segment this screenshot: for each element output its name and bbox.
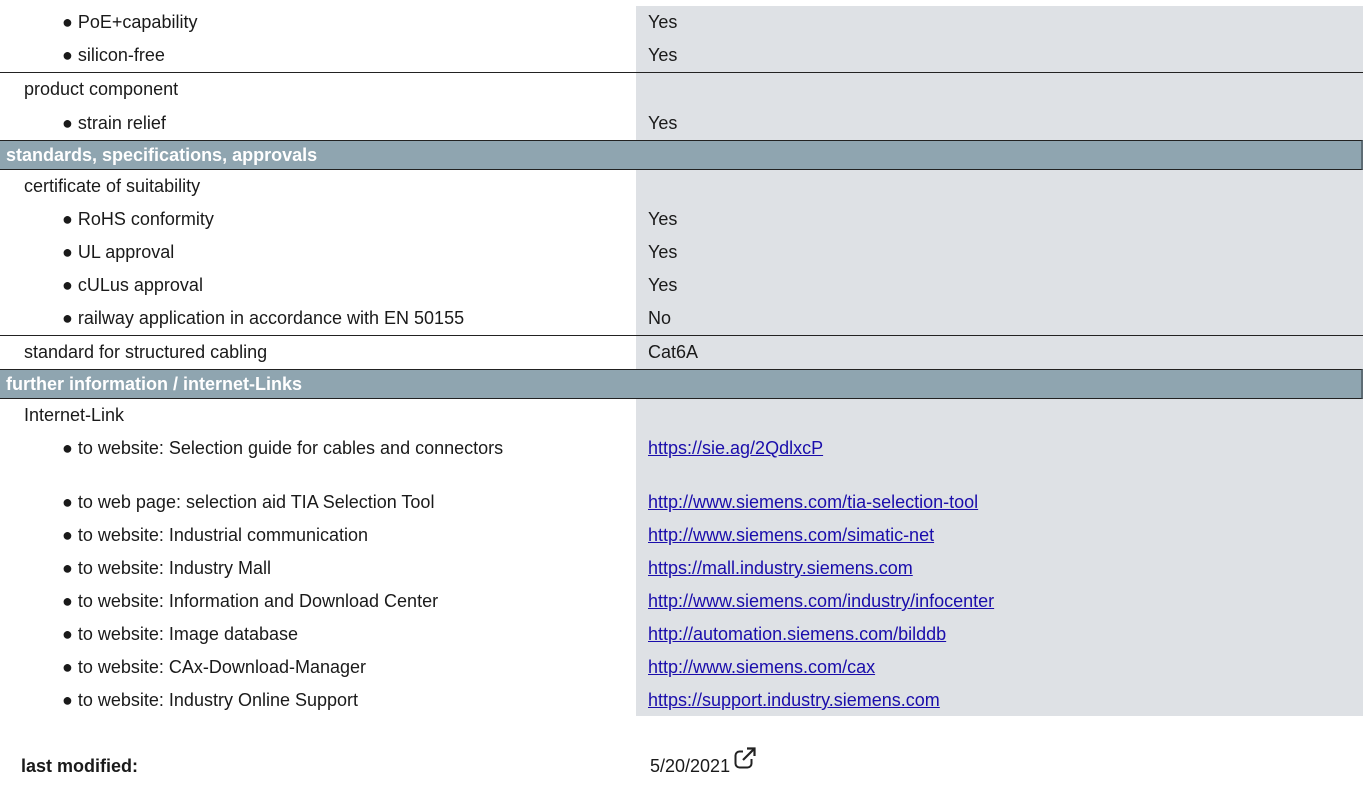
link-industry-mall[interactable]: https://mall.industry.siemens.com (648, 558, 913, 578)
table-row: standard for structured cabling Cat6A (0, 335, 1363, 369)
row-label: certificate of suitability (24, 176, 201, 196)
table-row: product component (0, 72, 1363, 106)
row-value: Yes (636, 39, 1363, 72)
row-value: http://automation.siemens.com/bilddb (636, 618, 1363, 651)
row-label: ● UL approval (62, 242, 175, 262)
row-label: ● to website: Industry Online Support (62, 690, 359, 710)
table-row: ● to website: Image database http://auto… (0, 618, 1363, 651)
table-row: ● to website: CAx-Download-Manager http:… (0, 651, 1363, 684)
table-row: ● silicon-free Yes (0, 39, 1363, 72)
link-selection-guide[interactable]: https://sie.ag/2QdlxcP (648, 438, 823, 458)
table-row: ● UL approval Yes (0, 236, 1363, 269)
footer: last modified: 5/20/2021 (0, 746, 1363, 786)
row-value: Yes (636, 106, 1363, 140)
row-label: Internet-Link (24, 405, 125, 425)
link-infocenter[interactable]: http://www.siemens.com/industry/infocent… (648, 591, 994, 611)
row-label: ● cULus approval (62, 275, 203, 295)
link-image-database[interactable]: http://automation.siemens.com/bilddb (648, 624, 946, 644)
link-tia-selection-tool[interactable]: http://www.siemens.com/tia-selection-too… (648, 492, 978, 512)
row-value: https://sie.ag/2QdlxcP (636, 432, 1363, 486)
table-row: ● to website: Industrial communication h… (0, 519, 1363, 552)
row-value: No (636, 302, 1363, 335)
row-label: ● to website: Selection guide for cables… (62, 438, 504, 458)
table-row: Internet-Link (0, 399, 1363, 432)
row-label: ● to website: Image database (62, 624, 299, 644)
row-label: standard for structured cabling (24, 342, 268, 362)
row-value: Yes (636, 269, 1363, 302)
row-label: ● to website: Information and Download C… (62, 591, 439, 611)
row-label: ● strain relief (62, 113, 166, 133)
last-modified-label: last modified: (21, 756, 139, 776)
link-online-support[interactable]: https://support.industry.siemens.com (648, 690, 940, 710)
table-row: ● to website: Selection guide for cables… (0, 432, 1363, 486)
row-value (636, 399, 1363, 432)
table-row: ● to website: Industry Online Support ht… (0, 684, 1363, 716)
table-row: ● RoHS conformity Yes (0, 203, 1363, 236)
row-label: ● to website: CAx-Download-Manager (62, 657, 367, 677)
row-value: Cat6A (636, 336, 1363, 369)
table-row: ● to web page: selection aid TIA Selecti… (0, 486, 1363, 519)
row-label: ● railway application in accordance with… (62, 308, 465, 328)
external-link-icon[interactable] (733, 746, 757, 775)
table-row: ● to website: Industry Mall https://mall… (0, 552, 1363, 585)
table-row: certificate of suitability (0, 170, 1363, 203)
table-row: ● cULus approval Yes (0, 269, 1363, 302)
row-label: product component (24, 79, 179, 99)
row-value: Yes (636, 203, 1363, 236)
table-row: ● PoE+capability Yes (0, 6, 1363, 39)
link-simatic-net[interactable]: http://www.siemens.com/simatic-net (648, 525, 934, 545)
last-modified-value: 5/20/2021 (650, 756, 731, 776)
row-label: ● RoHS conformity (62, 209, 214, 229)
row-label: ● to web page: selection aid TIA Selecti… (62, 492, 435, 512)
table-row: ● strain relief Yes (0, 106, 1363, 140)
row-value: Yes (636, 236, 1363, 269)
row-value: https://support.industry.siemens.com (636, 684, 1363, 716)
row-value: http://www.siemens.com/simatic-net (636, 519, 1363, 552)
table-row: ● railway application in accordance with… (0, 302, 1363, 335)
table-row: ● to website: Information and Download C… (0, 585, 1363, 618)
link-cax[interactable]: http://www.siemens.com/cax (648, 657, 875, 677)
section-header-further-info: further information / internet-Links (0, 369, 1363, 399)
row-label: ● to website: Industry Mall (62, 558, 271, 578)
row-label: ● silicon-free (62, 45, 165, 65)
row-value: http://www.siemens.com/cax (636, 651, 1363, 684)
row-value (636, 73, 1363, 106)
row-value: http://www.siemens.com/industry/infocent… (636, 585, 1363, 618)
row-label: ● to website: Industrial communication (62, 525, 369, 545)
row-value (636, 170, 1363, 203)
row-value: Yes (636, 6, 1363, 39)
datasheet-table: ● PoE+capability Yes ● silicon-free Yes … (0, 6, 1363, 716)
row-value: http://www.siemens.com/tia-selection-too… (636, 486, 1363, 519)
section-header-standards: standards, specifications, approvals (0, 140, 1363, 170)
row-value: https://mall.industry.siemens.com (636, 552, 1363, 585)
row-label: ● PoE+capability (62, 12, 198, 32)
